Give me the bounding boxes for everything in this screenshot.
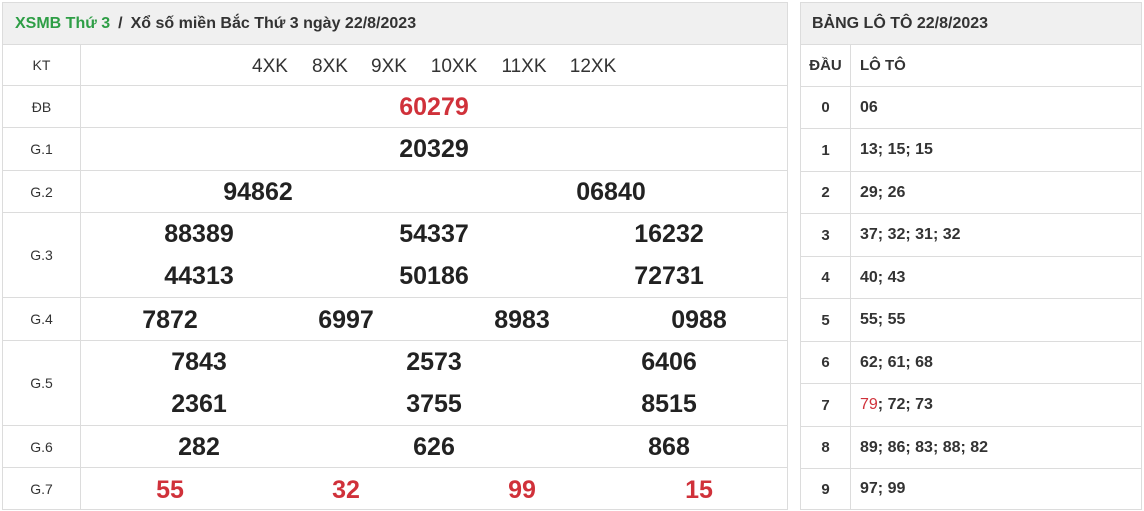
- breadcrumb-separator: /: [118, 14, 123, 32]
- prize-4-number: 6997: [318, 306, 374, 334]
- prize-6-number: 868: [648, 433, 690, 461]
- row-prize-7: G.7 55 32 99 15: [3, 468, 787, 509]
- loto-row: 5 55; 55: [801, 299, 1141, 342]
- ticket-code: 8XK: [312, 56, 348, 77]
- loto-dau: 8: [801, 427, 851, 468]
- loto-row: 3 37; 32; 31; 32: [801, 214, 1141, 257]
- row-prize-4: G.4 7872 6997 8983 0988: [3, 298, 787, 341]
- prize-3-number: 16232: [634, 220, 704, 248]
- prize-7-number: 99: [508, 476, 536, 504]
- prize-7-number: 15: [685, 476, 713, 504]
- loto-values: 40; 43: [860, 268, 906, 286]
- prize-5-number: 3755: [406, 390, 462, 418]
- prize-6-number: 626: [413, 433, 455, 461]
- ticket-code: 10XK: [430, 56, 478, 77]
- page-title: Xổ số miền Bắc Thứ 3 ngày 22/8/2023: [130, 14, 417, 32]
- row-label-kt: KT: [3, 45, 81, 85]
- ticket-code: 9XK: [371, 56, 407, 77]
- row-label-db: ĐB: [3, 86, 81, 127]
- row-label-g5: G.5: [3, 341, 81, 425]
- loto-header-row: ĐẦU LÔ TÔ: [801, 45, 1141, 87]
- breadcrumb-home-link[interactable]: XSMB Thứ 3: [15, 15, 110, 33]
- prize-2-number: 94862: [223, 178, 293, 206]
- prize-3-number: 54337: [399, 220, 469, 248]
- row-label-g1: G.1: [3, 128, 81, 170]
- ticket-code: 4XK: [252, 56, 288, 77]
- row-prize-3: G.3 88389 54337 16232 44313 50186 72731: [3, 213, 787, 298]
- loto-values: 06: [860, 98, 878, 116]
- breadcrumb: XSMB Thứ 3 / Xổ số miền Bắc Thứ 3 ngày 2…: [3, 3, 787, 45]
- row-label-g3: G.3: [3, 213, 81, 297]
- loto-dau: 4: [801, 257, 851, 298]
- row-label-g2: G.2: [3, 171, 81, 212]
- loto-dau: 5: [801, 299, 851, 341]
- loto-row: 6 62; 61; 68: [801, 342, 1141, 384]
- prize-3-number: 88389: [164, 220, 234, 248]
- row-label-g7: G.7: [3, 468, 81, 509]
- loto-dau: 9: [801, 469, 851, 509]
- special-prize-number: 60279: [399, 93, 469, 121]
- ticket-code: 12XK: [569, 56, 617, 77]
- prize-5-number: 6406: [641, 348, 697, 376]
- loto-dau: 0: [801, 87, 851, 128]
- loto-values: 13; 15; 15: [860, 141, 933, 158]
- row-prize-1: G.1 20329: [3, 128, 787, 171]
- loto-row: 8 89; 86; 83; 88; 82: [801, 427, 1141, 469]
- prize-3-number: 72731: [634, 262, 704, 290]
- loto-values: 97; 99: [860, 480, 906, 497]
- loto-head-label: ĐẦU: [801, 45, 851, 86]
- loto-values: 62; 61; 68: [860, 353, 933, 371]
- loto-title: BẢNG LÔ TÔ 22/8/2023: [801, 3, 1141, 45]
- loto-values: 55; 55: [860, 311, 906, 328]
- prize-6-number: 282: [178, 433, 220, 461]
- row-prize-6: G.6 282 626 868: [3, 426, 787, 468]
- ticket-code: 11XK: [501, 56, 547, 77]
- loto-values: 79; 72; 73: [860, 384, 933, 426]
- loto-dau: 3: [801, 214, 851, 256]
- loto-special-value: 79: [860, 396, 878, 413]
- prize-7-number: 32: [332, 476, 360, 504]
- loto-row: 1 13; 15; 15: [801, 129, 1141, 172]
- row-prize-5: G.5 7843 2573 6406 2361 3755 8515: [3, 341, 787, 426]
- results-table: XSMB Thứ 3 / Xổ số miền Bắc Thứ 3 ngày 2…: [2, 2, 788, 510]
- prize-5-number: 7843: [171, 348, 227, 376]
- prize-4-number: 0988: [671, 306, 727, 334]
- loto-values: 89; 86; 83; 88; 82: [860, 438, 989, 456]
- loto-dau: 7: [801, 384, 851, 426]
- loto-row: 7 79; 72; 73: [801, 384, 1141, 427]
- prize-5-number: 2361: [171, 390, 227, 418]
- loto-row: 0 06: [801, 87, 1141, 129]
- prize-4-number: 7872: [142, 306, 198, 334]
- loto-values: 37; 32; 31; 32: [860, 226, 961, 243]
- loto-row: 2 29; 26: [801, 172, 1141, 214]
- row-label-g4: G.4: [3, 298, 81, 340]
- prize-5-number: 2573: [406, 348, 462, 376]
- prize-4-number: 8983: [494, 306, 550, 334]
- prize-5-number: 8515: [641, 390, 697, 418]
- loto-dau: 2: [801, 172, 851, 213]
- row-label-g6: G.6: [3, 426, 81, 467]
- row-special-prize: ĐB 60279: [3, 86, 787, 128]
- prize-7-number: 55: [156, 476, 184, 504]
- prize-1-number: 20329: [399, 135, 469, 163]
- loto-row: 4 40; 43: [801, 257, 1141, 299]
- prize-3-number: 44313: [164, 262, 234, 290]
- loto-row: 9 97; 99: [801, 469, 1141, 509]
- prize-3-number: 50186: [399, 262, 469, 290]
- loto-dau: 6: [801, 342, 851, 383]
- row-kt: KT 4XK 8XK 9XK 10XK 11XK 12XK: [3, 45, 787, 86]
- loto-table: BẢNG LÔ TÔ 22/8/2023 ĐẦU LÔ TÔ 0 06 1 13…: [800, 2, 1142, 510]
- loto-dau: 1: [801, 129, 851, 171]
- loto-values-rest: ; 72; 73: [877, 396, 933, 413]
- row-prize-2: G.2 94862 06840: [3, 171, 787, 213]
- loto-values-label: LÔ TÔ: [860, 57, 906, 74]
- loto-values: 29; 26: [860, 183, 906, 201]
- prize-2-number: 06840: [576, 178, 646, 206]
